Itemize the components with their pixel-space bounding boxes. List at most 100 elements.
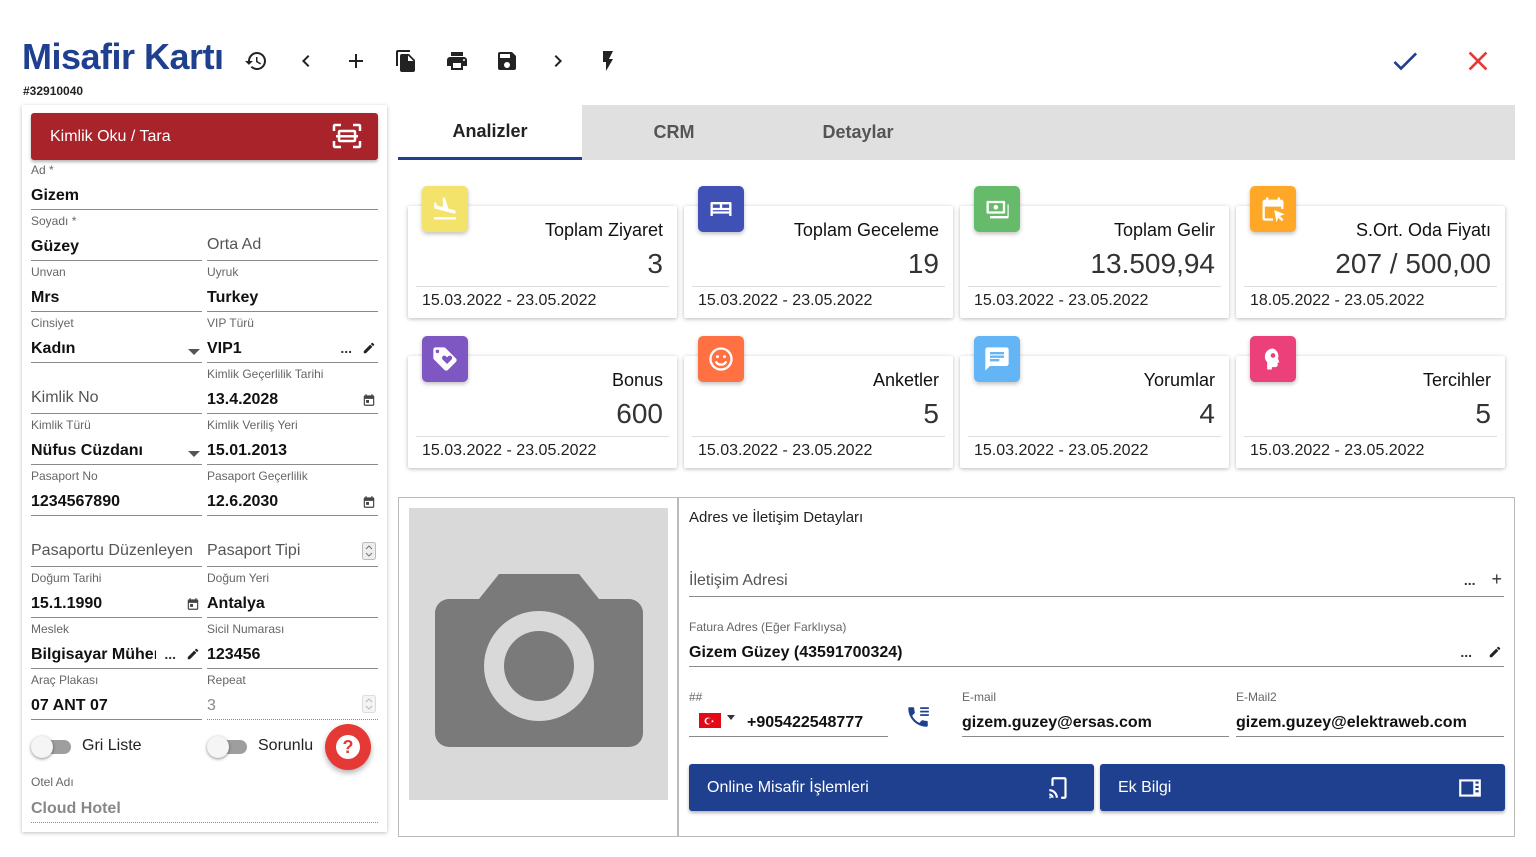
passport-number-field[interactable]: Pasaport No 1234567890 [31,469,202,516]
passport-issuer-field[interactable]: Pasaportu Düzenleyen [31,520,202,567]
card-total-nights[interactable]: Toplam Geceleme 19 15.03.2022 - 23.05.20… [684,186,953,318]
id-type-value: Nüfus Cüzdanı [31,442,143,459]
email2-label: E-Mail2 [1236,690,1277,704]
vip-type-field[interactable]: VIP Türü VIP1 ... [207,316,378,363]
dropdown-arrow-icon[interactable] [188,348,200,356]
flash-icon[interactable] [591,44,625,78]
plus-icon[interactable]: + [1491,569,1502,590]
print-icon[interactable] [440,44,474,78]
up-down-icon[interactable] [362,542,376,560]
billing-address-field[interactable]: Fatura Adres (Eğer Farklıysa) Gizem Güze… [689,620,1504,667]
card-surveys[interactable]: Anketler 5 15.03.2022 - 23.05.2022 [684,336,953,468]
birth-date-field[interactable]: Doğum Tarihi 15.1.1990 [31,571,202,618]
email2-field[interactable]: E-Mail2 gizem.guzey@elektraweb.com [1236,690,1504,737]
card-total-revenue[interactable]: Toplam Gelir 13.509,94 15.03.2022 - 23.0… [960,186,1229,318]
grey-list-toggle[interactable] [31,735,71,758]
close-icon[interactable] [1461,44,1495,78]
plate-field[interactable]: Araç Plakası 07 ANT 07 [31,673,202,720]
email-field[interactable]: E-mail gizem.guzey@ersas.com [962,690,1229,737]
contact-address-field[interactable]: İletişim Adresi ... + [689,553,1504,597]
last-name-label: Soyadı * [31,214,77,228]
birth-date-label: Doğum Tarihi [31,571,102,585]
more-icon[interactable]: ... [164,646,176,662]
card-title: Yorumlar [1143,370,1215,390]
registry-number-field[interactable]: Sicil Numarası 123456 [207,622,378,669]
chevron-right-icon[interactable] [541,44,575,78]
guest-form-panel: Kimlik Oku / Tara Ad * Gizem Soyadı * Gü… [22,105,387,832]
calendar-icon[interactable] [362,495,376,509]
save-icon[interactable] [490,44,524,78]
flag-icon[interactable] [699,713,721,728]
last-name-value: Güzey [31,238,80,255]
tab-crm[interactable]: CRM [582,105,766,160]
occupation-field[interactable]: Meslek Bilgisayar Müher ... [31,622,202,669]
card-preferences[interactable]: Tercihler 5 15.03.2022 - 23.05.2022 [1236,336,1505,468]
up-down-icon [362,695,376,713]
title-field[interactable]: Unvan Mrs [31,265,202,312]
card-date-range: 15.03.2022 - 23.05.2022 [698,292,873,309]
tab-detaylar[interactable]: Detaylar [766,105,950,160]
card-bonus[interactable]: Bonus 600 15.03.2022 - 23.05.2022 [408,336,677,468]
extra-info-button[interactable]: Ek Bilgi [1100,764,1505,811]
guest-photo[interactable] [409,508,668,800]
address-panel: Adres ve İletişim Detayları İletişim Adr… [678,497,1515,837]
edit-icon[interactable] [1488,645,1502,659]
card-value: 207 / 500,00 [1335,248,1491,279]
id-issue-place-field[interactable]: Kimlik Veriliş Yeri 15.01.2013 [207,418,378,465]
nationality-field[interactable]: Uyruk Turkey [207,265,378,312]
edit-icon[interactable] [362,341,376,355]
hotel-name-value: Cloud Hotel [31,800,121,817]
id-type-select[interactable]: Kimlik Türü Nüfus Cüzdanı [31,418,202,465]
id-expiry-field[interactable]: Kimlik Geçerlilik Tarihi 13.4.2028 [207,367,378,414]
occupation-value: Bilgisayar Müher [31,646,156,663]
card-comments[interactable]: Yorumlar 4 15.03.2022 - 23.05.2022 [960,336,1229,468]
phone-label: ## [689,690,703,704]
edit-icon[interactable] [186,647,200,661]
card-title: Toplam Ziyaret [544,220,663,240]
country-dropdown-icon[interactable] [727,708,735,726]
passport-number-label: Pasaport No [31,469,98,483]
smile-icon [698,336,744,382]
comment-icon [974,336,1020,382]
money-icon [974,186,1020,232]
middle-name-field[interactable]: Orta Ad [207,214,378,261]
card-title: Toplam Gelir [1113,220,1215,240]
dropdown-arrow-icon[interactable] [188,450,200,458]
chevron-left-icon[interactable] [289,44,323,78]
gender-select[interactable]: Cinsiyet Kadın [31,316,202,363]
first-name-field[interactable]: Ad * Gizem [31,163,378,210]
tab-analizler[interactable]: Analizler [398,105,582,160]
id-number-field[interactable]: Kimlik No [31,367,202,414]
birth-place-field[interactable]: Doğum Yeri Antalya [207,571,378,618]
check-icon[interactable] [1388,44,1422,78]
more-icon[interactable]: ... [340,340,352,356]
card-value: 19 [907,248,939,279]
preference-icon [1250,336,1296,382]
email-label: E-mail [962,690,997,704]
copy-icon[interactable] [389,44,423,78]
passport-type-placeholder: Pasaport Tipi [207,542,301,559]
online-guest-button[interactable]: Online Misafir İşlemleri [689,764,1094,811]
phone-list-icon[interactable] [905,704,931,735]
plus-icon[interactable] [339,44,373,78]
id-expiry-label: Kimlik Geçerlilik Tarihi [207,367,324,381]
calendar-icon [1250,186,1296,232]
billing-address-value: Gizem Güzey (43591700324) [689,644,903,661]
more-icon[interactable]: ... [1464,572,1476,588]
history-icon[interactable] [239,44,273,78]
more-icon[interactable]: ... [1460,644,1472,660]
calendar-icon[interactable] [362,393,376,407]
last-name-field[interactable]: Soyadı * Güzey [31,214,202,261]
card-avg-room-price[interactable]: S.Ort. Oda Fiyatı 207 / 500,00 18.05.202… [1236,186,1505,318]
phone-value: +905422548777 [747,714,864,731]
passport-expiry-field[interactable]: Pasaport Geçerlilik 12.6.2030 [207,469,378,516]
passport-type-select[interactable]: Pasaport Tipi [207,520,378,567]
card-total-visits[interactable]: Toplam Ziyaret 3 15.03.2022 - 23.05.2022 [408,186,677,318]
help-button[interactable]: ? [325,724,371,770]
id-type-label: Kimlik Türü [31,418,91,432]
card-value: 4 [1199,398,1215,429]
phone-field[interactable]: ## +905422548777 [689,690,888,737]
problematic-toggle[interactable] [207,735,247,758]
calendar-icon[interactable] [186,597,200,611]
scan-id-button[interactable]: Kimlik Oku / Tara [31,113,378,160]
